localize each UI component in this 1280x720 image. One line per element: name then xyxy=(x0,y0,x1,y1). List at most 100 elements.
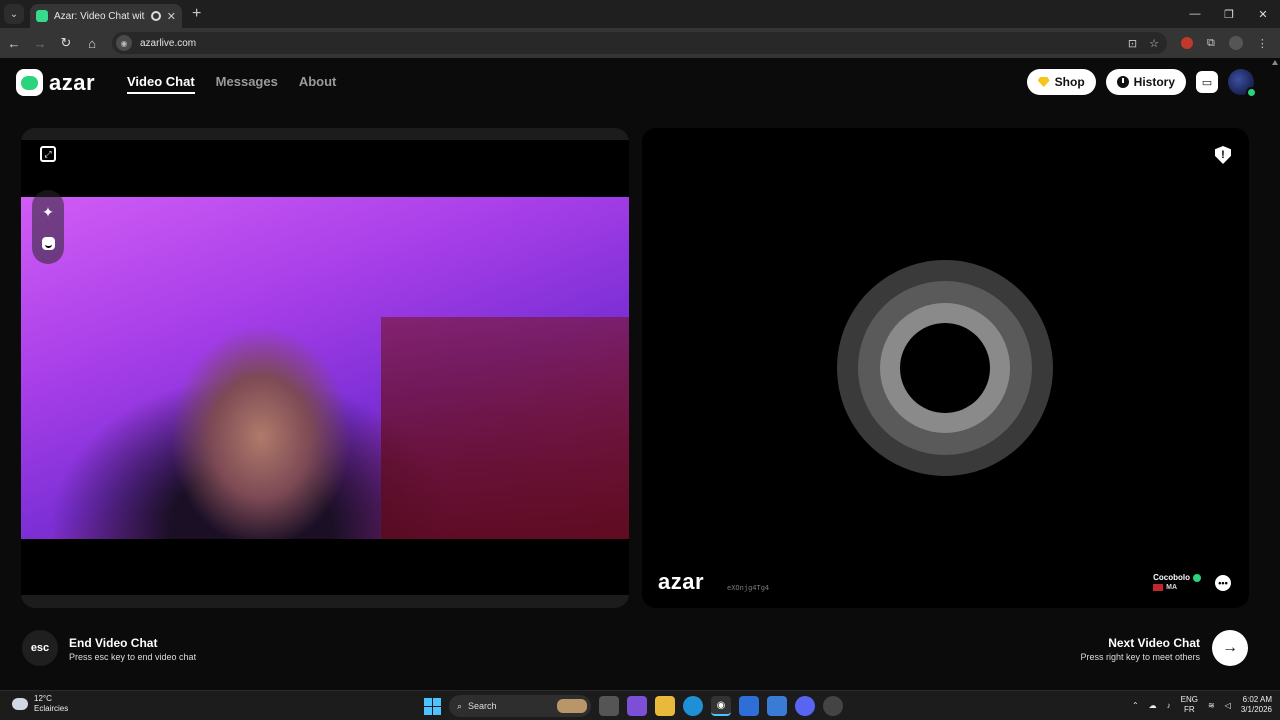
peer-name: Cocobolo xyxy=(1153,573,1190,582)
home-button[interactable]: ⌂ xyxy=(80,31,104,55)
local-camera-feed xyxy=(21,197,629,539)
scrollbar[interactable] xyxy=(1271,58,1278,690)
windows-start-icon[interactable] xyxy=(424,697,441,715)
weather-widget[interactable]: 12°C Eclaircies xyxy=(12,694,68,714)
loading-ring-center xyxy=(900,323,990,413)
lang-top: ENG xyxy=(1180,695,1198,704)
tab-close-icon[interactable]: ✕ xyxy=(167,10,176,23)
file-explorer-icon[interactable] xyxy=(655,696,675,716)
azar-logo[interactable]: azar xyxy=(16,69,95,96)
mail-icon[interactable] xyxy=(739,696,759,716)
bookmark-star-icon[interactable]: ☆ xyxy=(1149,37,1159,50)
clock-icon xyxy=(1116,76,1129,88)
shop-label: Shop xyxy=(1054,75,1085,89)
next-chat-hint: Press right key to meet others xyxy=(1080,652,1200,662)
taskbar-search[interactable]: ⌕ Search xyxy=(449,695,591,717)
maximize-button[interactable]: ❐ xyxy=(1212,0,1246,28)
address-bar[interactable]: ◉ azarlive.com ⊡ ☆ xyxy=(112,32,1167,54)
install-app-icon[interactable]: ⊡ xyxy=(1128,37,1137,50)
extensions-area: ⧉ ⋮ xyxy=(1181,36,1268,50)
next-chat-button[interactable]: → xyxy=(1212,630,1248,666)
logo-text: azar xyxy=(49,69,96,95)
taskbar-apps: ⌕ Search ◉ xyxy=(424,695,843,717)
browser-tab[interactable]: Azar: Video Chat with New ✕ xyxy=(30,4,182,28)
taskbar-clock[interactable]: 6:02 AM 3/1/2026 xyxy=(1241,695,1272,715)
status-badge xyxy=(1246,87,1257,98)
search-icon: ⌕ xyxy=(457,700,463,711)
store-icon[interactable] xyxy=(767,696,787,716)
remote-video-panel: ! azar eXOnjg4Tg4 Cocobolo MA ••• xyxy=(642,128,1249,608)
microphone-icon[interactable]: ♪ xyxy=(1167,701,1171,710)
camera-effects-toolbar: ✦ xyxy=(32,190,64,264)
room-background xyxy=(381,317,629,539)
video-letterbox-bottom xyxy=(21,539,629,595)
end-chat-hint: Press esc key to end video chat xyxy=(69,652,197,662)
discord-icon[interactable] xyxy=(795,696,815,716)
forward-button[interactable]: → xyxy=(28,31,52,55)
local-video-panel: ⤢ ✦ xyxy=(21,128,629,608)
weather-condition: Eclaircies xyxy=(34,704,69,713)
arrow-right-icon: → xyxy=(1222,639,1238,656)
extension-icon[interactable] xyxy=(1181,37,1193,49)
chat-bubble-icon[interactable]: ••• xyxy=(1215,575,1231,591)
end-chat-title: End Video Chat xyxy=(69,636,158,650)
history-button[interactable]: History xyxy=(1105,69,1186,95)
reload-button[interactable]: ↻ xyxy=(54,31,78,55)
peer-country-row: MA xyxy=(1153,584,1201,591)
minimize-button[interactable]: — xyxy=(1178,0,1212,28)
back-button[interactable]: ← xyxy=(2,31,26,55)
recording-indicator-icon xyxy=(150,11,161,21)
azar-logo-icon xyxy=(16,69,43,96)
extensions-puzzle-icon[interactable]: ⧉ xyxy=(1207,37,1215,50)
history-label: History xyxy=(1133,75,1175,89)
nav-video-chat[interactable]: Video Chat xyxy=(127,74,195,94)
shop-button[interactable]: Shop xyxy=(1026,69,1096,95)
wifi-icon[interactable]: ≋ xyxy=(1208,701,1215,710)
header-actions: Shop History ▭ xyxy=(1026,69,1257,98)
chrome-icon[interactable]: ◉ xyxy=(711,696,731,716)
inbox-icon[interactable]: ▭ xyxy=(1196,71,1218,93)
gem-icon xyxy=(1037,77,1050,87)
azar-favicon-icon xyxy=(36,10,48,22)
browser-menu-icon[interactable]: ⋮ xyxy=(1257,37,1268,50)
lang-bottom: FR xyxy=(1183,705,1195,714)
morocco-flag-icon xyxy=(1153,584,1164,591)
profile-icon[interactable] xyxy=(1228,36,1243,50)
volume-icon[interactable]: ◁ xyxy=(1225,701,1231,710)
new-tab-button[interactable]: + xyxy=(192,5,201,23)
azar-app: azar Video Chat Messages About Shop Hist… xyxy=(0,58,1280,690)
tray-overflow-icon[interactable]: ⌃ xyxy=(1132,701,1139,710)
app-icon[interactable] xyxy=(823,696,843,716)
windows-taskbar: 12°C Eclaircies ⌕ Search ◉ ⌃ ☁ ♪ ENG FR … xyxy=(0,690,1280,720)
nav-about[interactable]: About xyxy=(299,74,337,94)
system-tray: ⌃ ☁ ♪ ENG FR ≋ ◁ 6:02 AM 3/1/2026 xyxy=(1132,695,1272,715)
end-chat-button[interactable]: esc xyxy=(22,630,58,666)
task-view-icon[interactable] xyxy=(599,696,619,716)
window-controls: — ❐ ✕ xyxy=(1178,0,1280,28)
esc-key-label: esc xyxy=(30,642,50,654)
site-info-icon[interactable]: ◉ xyxy=(116,35,132,51)
copilot-icon[interactable] xyxy=(627,696,647,716)
nav-messages[interactable]: Messages xyxy=(216,74,278,94)
sticker-icon[interactable] xyxy=(41,237,55,250)
peer-country: MA xyxy=(1166,584,1177,591)
avatar[interactable] xyxy=(1228,69,1257,98)
tab-search-button[interactable]: ⌄ xyxy=(4,4,24,24)
tab-title: Azar: Video Chat with New xyxy=(54,10,145,22)
video-letterbox-top xyxy=(21,140,629,197)
language-indicator[interactable]: ENG FR xyxy=(1181,695,1198,715)
watermark-id: eXOnjg4Tg4 xyxy=(727,584,770,592)
onedrive-icon[interactable]: ☁ xyxy=(1149,701,1157,710)
expand-icon[interactable]: ⤢ xyxy=(40,146,56,162)
report-shield-icon[interactable]: ! xyxy=(1215,146,1231,164)
search-highlight-icon xyxy=(557,699,587,713)
edge-icon[interactable] xyxy=(683,696,703,716)
main-nav: Video Chat Messages About xyxy=(127,74,336,94)
cloud-icon xyxy=(12,698,28,710)
peer-name-row: Cocobolo xyxy=(1153,573,1201,582)
magic-wand-icon[interactable]: ✦ xyxy=(42,204,54,221)
date: 3/1/2026 xyxy=(1240,705,1272,714)
url-text: azarlive.com xyxy=(140,37,197,49)
close-window-button[interactable]: ✕ xyxy=(1246,0,1280,28)
watermark-logo: azar xyxy=(658,569,705,594)
